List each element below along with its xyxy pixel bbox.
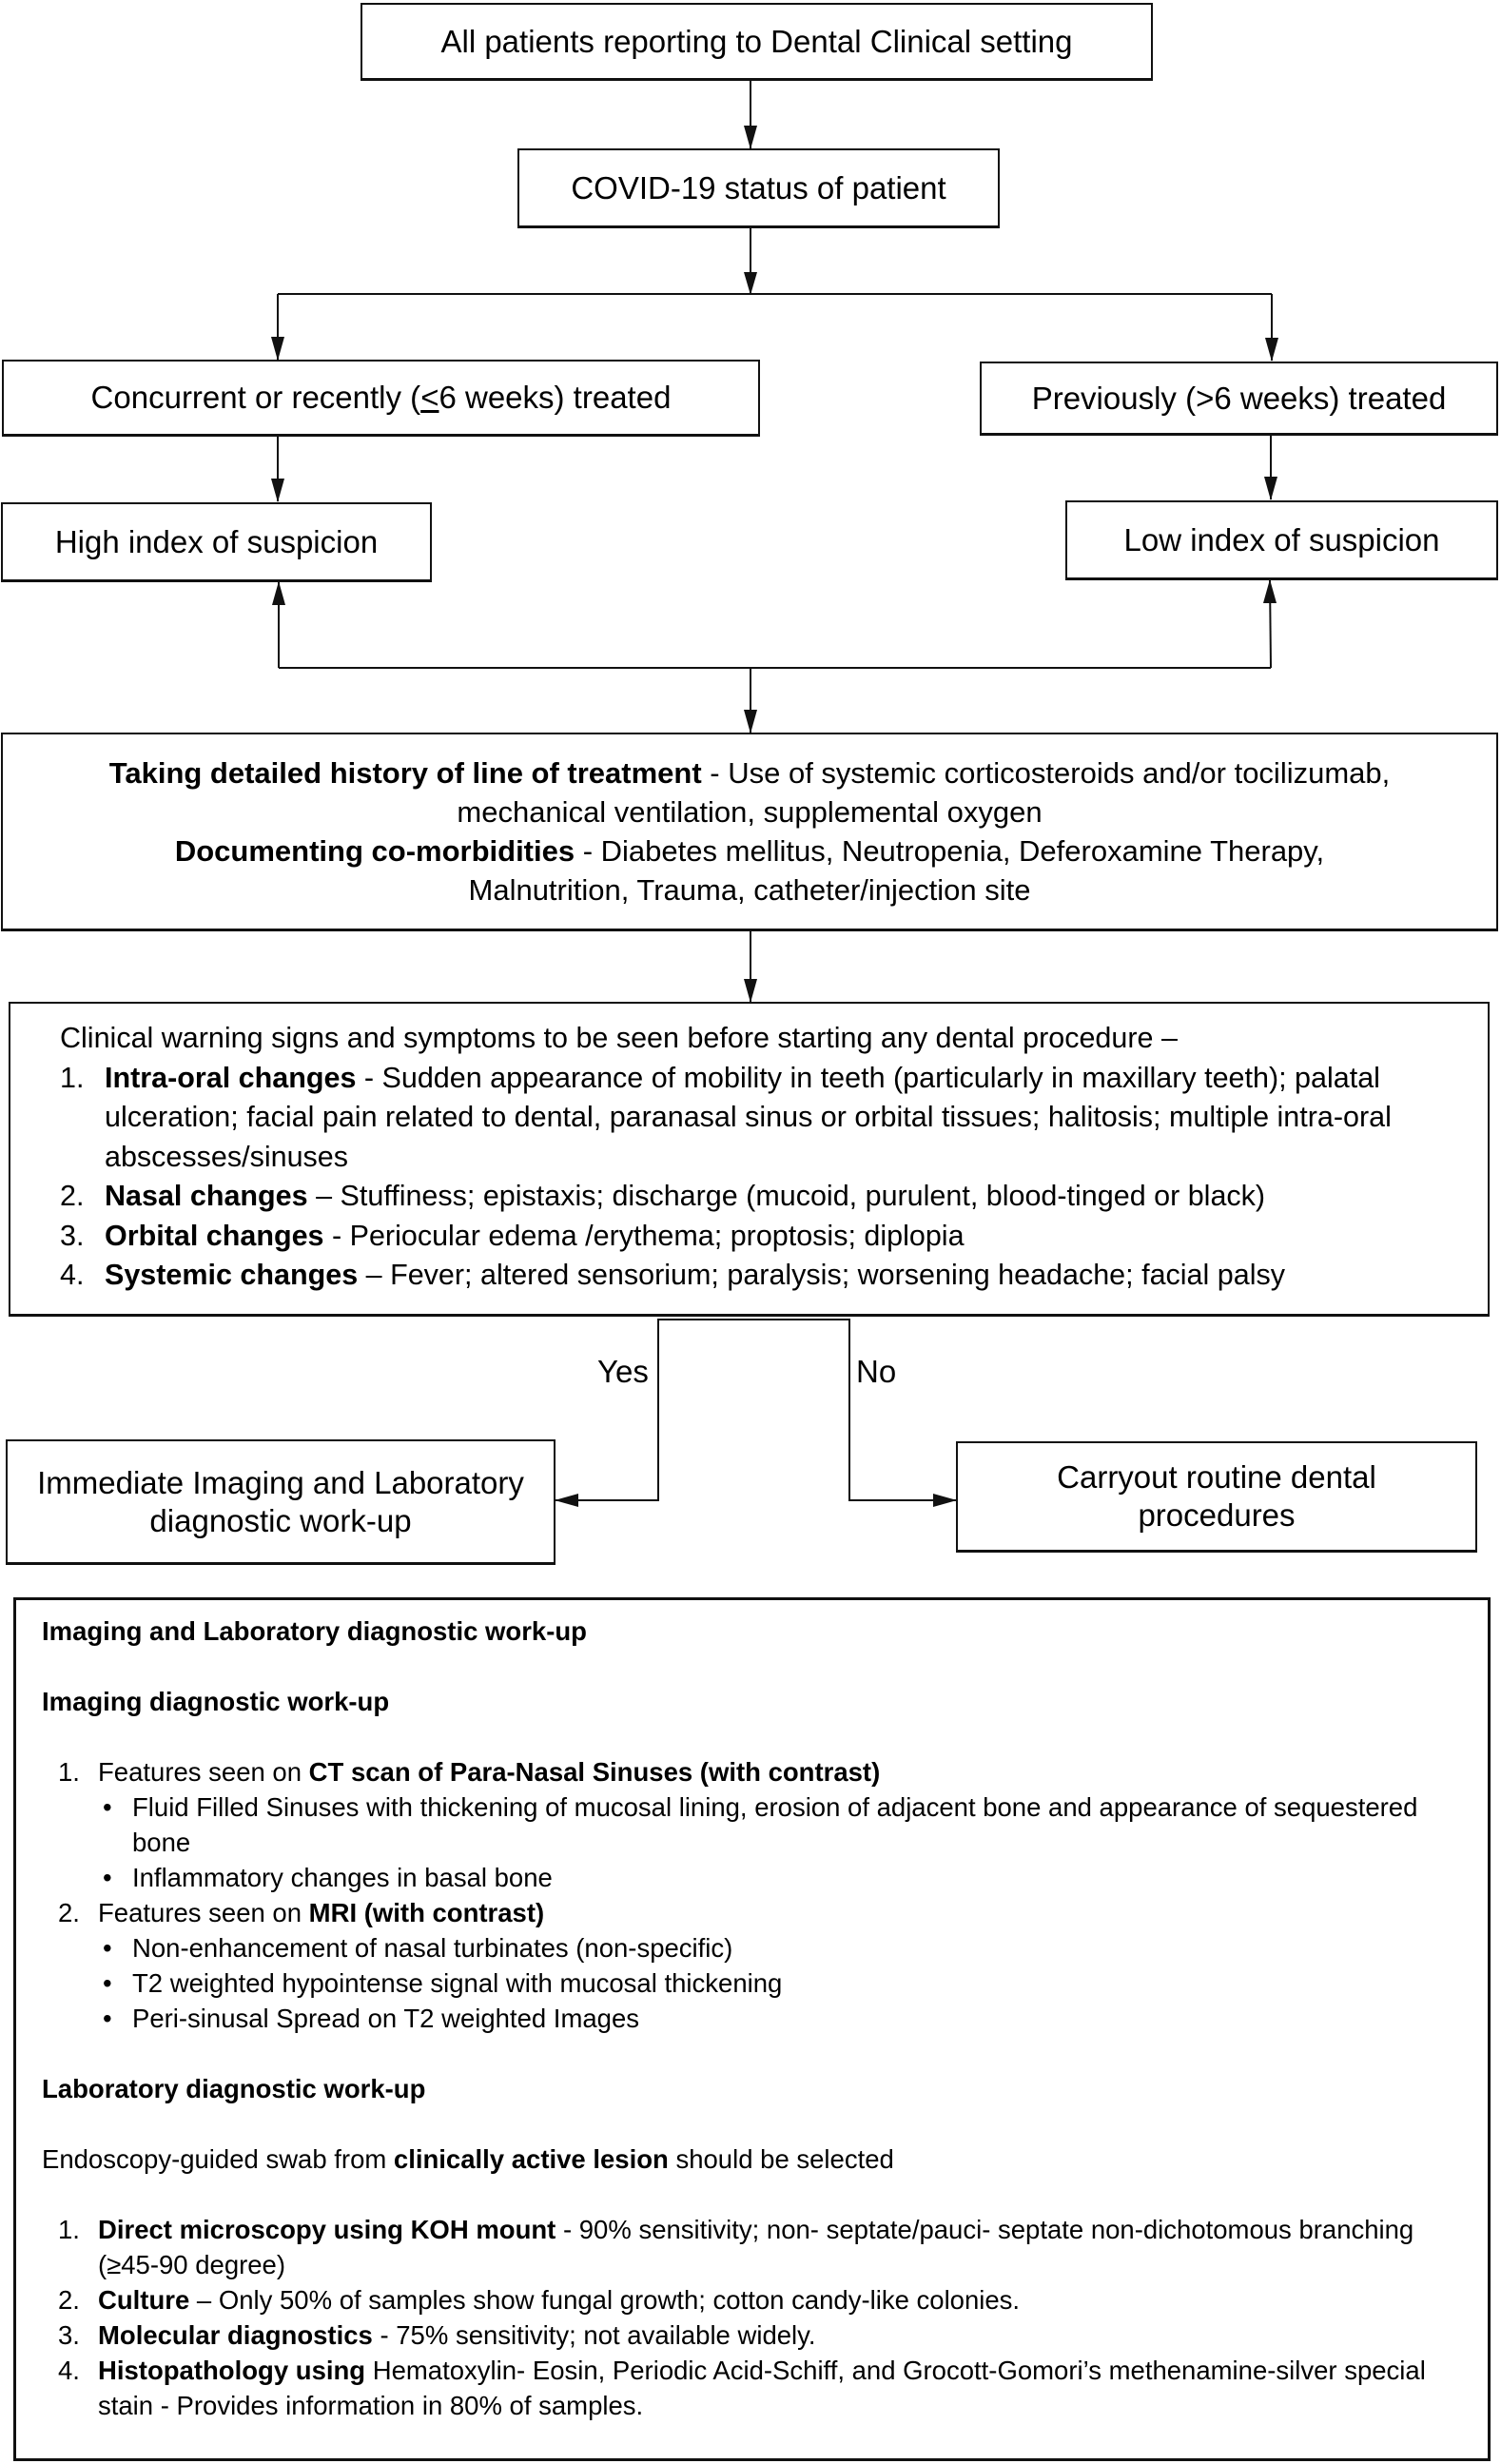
clinical-intro: Clinical warning signs and symptoms to b… [60, 1022, 1178, 1054]
bullet-icon: • [103, 1968, 112, 1998]
covid-status-text: COVID-19 status of patient [571, 169, 946, 205]
item-number: 2. [58, 2285, 80, 2315]
arrow-join-to-low [1269, 579, 1272, 669]
arrowhead-yes [555, 1494, 578, 1507]
arrowhead-low-down [1264, 477, 1277, 500]
imaging-workup-outcome-box: Immediate Imaging and Laboratory diagnos… [6, 1439, 556, 1565]
arrowhead-no [933, 1494, 957, 1507]
imaging-bullet: • Peri-sinusal Spread on T2 weighted Imag… [42, 2001, 1469, 2036]
clinical-item: 3. Orbital changes - Periocular edema /er… [60, 1217, 1469, 1257]
item-number: 1. [58, 1757, 80, 1787]
workup-title: Imaging and Laboratory diagnostic work-u… [42, 1616, 587, 1646]
imaging-workup-outcome-text: Immediate Imaging and Laboratory diagnos… [37, 1464, 524, 1538]
routine-procedures-text: Carryout routine dental procedures [1057, 1459, 1376, 1533]
item-number: 3. [58, 2320, 80, 2350]
arrowhead-history [744, 710, 757, 733]
recent-suffix: 6 weeks) treated [439, 380, 672, 415]
clinical-item: 1. Intra-oral changes - Sudden appearance… [60, 1059, 1469, 1178]
low-suspicion-box: Low index of suspicion [1065, 500, 1498, 580]
item-heading: Nasal changes [105, 1180, 308, 1212]
comorbidities-line: Documenting co-morbidities - Diabetes me… [98, 831, 1401, 909]
arrowhead-clinical [744, 979, 757, 1003]
test-label: Histopathology using [98, 2356, 366, 2385]
yes-path [555, 1319, 750, 1501]
yes-label: Yes [597, 1354, 649, 1389]
test-label: Molecular diagnostics [98, 2320, 373, 2350]
item-detail: - Periocular edema /erythema; proptosis;… [323, 1219, 965, 1252]
laboratory-item: 3. Molecular diagnostics - 75% sensitivit… [42, 2317, 1469, 2353]
start-text: All patients reporting to Dental Clinica… [440, 23, 1073, 59]
high-suspicion-text: High index of suspicion [54, 523, 379, 559]
imaging-item: 1. Features seen on CT scan of Para-Nasal… [42, 1754, 1469, 1789]
recent-treatment-text: Concurrent or recently (<6 weeks) treate… [91, 379, 672, 417]
covid-status-box: COVID-19 status of patient [517, 148, 1000, 228]
recent-prefix: Concurrent or recently ( [90, 380, 421, 415]
laboratory-heading: Laboratory diagnostic work-up [42, 2074, 426, 2103]
previous-treatment-text: Previously (>6 weeks) treated [1031, 380, 1447, 416]
arrowhead-high-up [272, 581, 285, 605]
imaging-bullet: • Non-enhancement of nasal turbinates (no… [42, 1930, 1469, 1965]
routine-procedures-box: Carryout routine dental procedures [956, 1441, 1477, 1553]
comorbidities-heading: Documenting co-morbidities [174, 834, 575, 868]
history-box: Taking detailed history of line of treat… [1, 733, 1498, 931]
clinical-item: 4. Systemic changes – Fever; altered sens… [60, 1256, 1469, 1296]
less-equal-symbol: < [420, 380, 439, 415]
no-label: No [856, 1354, 897, 1389]
laboratory-item: 1. Direct microscopy using KOH mount - 90… [42, 2212, 1469, 2282]
item-number: 1. [60, 1061, 85, 1094]
low-suspicion-text: Low index of suspicion [1123, 521, 1440, 557]
arrowhead-high-down [271, 479, 284, 502]
arrowhead-previous [1265, 338, 1278, 362]
item-number: 3. [60, 1219, 85, 1252]
item-number: 1. [58, 2215, 80, 2244]
recent-treatment-box: Concurrent or recently (<6 weeks) treate… [2, 360, 760, 437]
arrowhead-branch [744, 272, 757, 295]
imaging-item: 2. Features seen on MRI (with contrast) [42, 1895, 1469, 1930]
item-heading: Orbital changes [105, 1219, 324, 1252]
item-detail: – Fever; altered sensorium; paralysis; w… [358, 1259, 1285, 1291]
clinical-signs-box: Clinical warning signs and symptoms to b… [9, 1002, 1490, 1317]
history-line: Taking detailed history of line of treat… [98, 753, 1401, 831]
imaging-bullet: • Fluid Filled Sinuses with thickening of… [42, 1789, 1469, 1860]
item-number: 2. [58, 1898, 80, 1927]
no-path [750, 1319, 957, 1501]
history-heading: Taking detailed history of line of treat… [108, 756, 702, 790]
arrowhead-low-up [1263, 579, 1277, 603]
imaging-bullet: • Inflammatory changes in basal bone [42, 1860, 1469, 1895]
item-number: 2. [60, 1180, 85, 1212]
item-number: 4. [58, 2356, 80, 2385]
test-label: Culture [98, 2285, 190, 2315]
item-number: 4. [60, 1259, 85, 1291]
start-box: All patients reporting to Dental Clinica… [361, 3, 1153, 81]
modality-label: CT scan of Para-Nasal Sinuses (with cont… [308, 1757, 881, 1787]
bullet-icon: • [103, 1933, 112, 1963]
arrowhead-covid [744, 126, 757, 149]
imaging-bullet: • T2 weighted hypointense signal with muc… [42, 1965, 1469, 2001]
bullet-icon: • [103, 1792, 112, 1822]
arrowhead-recent [271, 337, 284, 361]
imaging-heading: Imaging diagnostic work-up [42, 1687, 390, 1716]
comorbidities-detail: - Diabetes mellitus, Neutropenia, Defero… [468, 834, 1325, 907]
laboratory-item: 2. Culture – Only 50% of samples show fun… [42, 2282, 1469, 2317]
item-heading: Intra-oral changes [105, 1061, 357, 1094]
test-label: Direct microscopy using KOH mount [98, 2215, 556, 2244]
clinical-item: 2. Nasal changes – Stuffiness; epistaxis;… [60, 1177, 1469, 1217]
laboratory-intro: Endoscopy-guided swab from clinically ac… [42, 2144, 894, 2174]
modality-label: MRI (with contrast) [308, 1898, 545, 1927]
item-heading: Systemic changes [105, 1259, 359, 1291]
bullet-icon: • [103, 1863, 112, 1892]
item-detail: – Stuffiness; epistaxis; discharge (muco… [307, 1180, 1266, 1212]
bullet-icon: • [103, 2004, 112, 2033]
laboratory-item: 4. Histopathology using Hematoxylin- Eosi… [42, 2353, 1469, 2423]
previous-treatment-box: Previously (>6 weeks) treated [980, 362, 1498, 436]
high-suspicion-box: High index of suspicion [1, 502, 432, 582]
workup-details-box: Imaging and Laboratory diagnostic work-u… [13, 1597, 1491, 2461]
